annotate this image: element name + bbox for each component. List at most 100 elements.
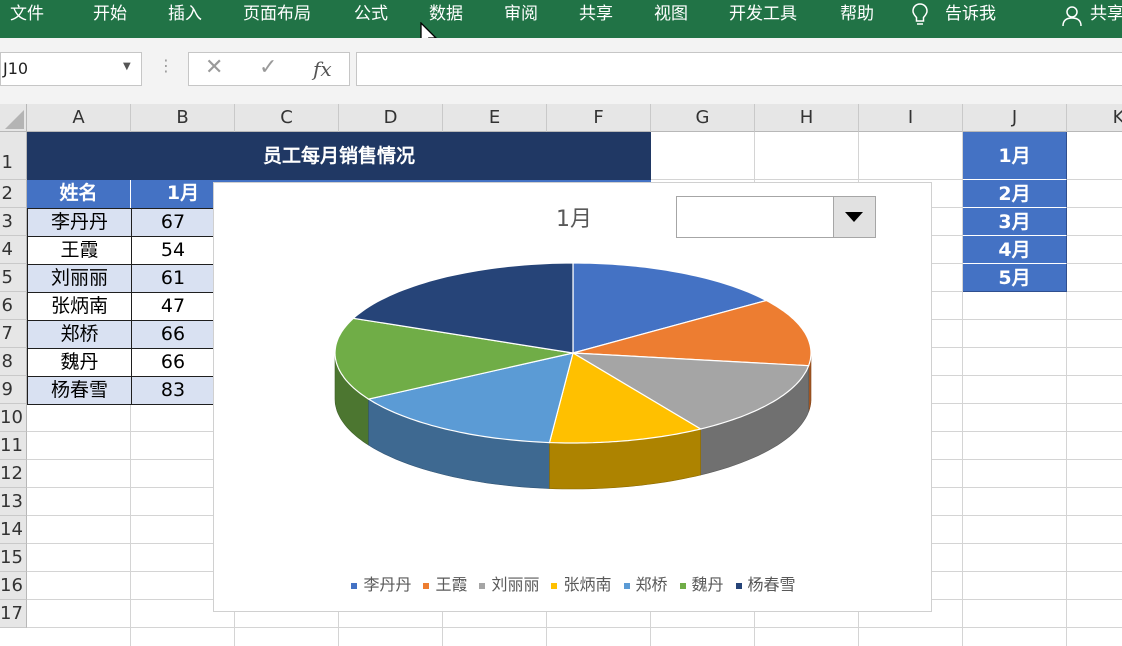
chevron-down-icon[interactable]: ▼: [123, 61, 131, 72]
name-cell[interactable]: 杨春雪: [27, 376, 132, 405]
name-cell[interactable]: 张炳南: [27, 292, 132, 321]
row-header[interactable]: 13: [0, 488, 27, 516]
legend-item[interactable]: 王霞: [423, 571, 467, 595]
month-list-item[interactable]: 1月: [963, 132, 1067, 180]
legend-label: 杨春雪: [747, 575, 796, 594]
value-cell[interactable]: 47: [131, 292, 215, 321]
tab-insert[interactable]: 插入: [168, 0, 202, 30]
header-name-cell[interactable]: 姓名: [27, 180, 131, 208]
row-header[interactable]: 15: [0, 544, 27, 572]
formula-input[interactable]: [356, 52, 1122, 86]
legend-item[interactable]: 刘丽丽: [479, 571, 539, 595]
legend-swatch: [551, 582, 558, 589]
column-header[interactable]: H: [755, 104, 859, 132]
legend-label: 王霞: [435, 575, 468, 594]
row-header[interactable]: 10: [0, 404, 27, 432]
value-cell[interactable]: 54: [131, 236, 215, 265]
drag-handle-icon[interactable]: ⋮: [158, 56, 174, 75]
row-header[interactable]: 2: [0, 180, 27, 208]
legend-label: 郑桥: [635, 575, 668, 594]
cancel-icon[interactable]: ✕: [205, 55, 223, 80]
legend-swatch: [735, 582, 742, 589]
value-cell[interactable]: 61: [131, 264, 215, 293]
formula-bar: J10 ▼ ⋮ ✕ ✓ fx: [0, 38, 1122, 104]
legend-swatch: [351, 582, 358, 589]
name-cell[interactable]: 李丹丹: [27, 208, 132, 237]
row-header[interactable]: 4: [0, 236, 27, 264]
triangle-down-icon: [845, 212, 863, 222]
column-header[interactable]: I: [859, 104, 963, 132]
value-cell[interactable]: 83: [131, 376, 215, 405]
row-header[interactable]: 3: [0, 208, 27, 236]
legend-item[interactable]: 李丹丹: [351, 571, 411, 595]
month-list-item[interactable]: 5月: [963, 264, 1067, 292]
month-dropdown[interactable]: [676, 196, 876, 238]
legend-swatch: [623, 582, 630, 589]
legend-item[interactable]: 魏丹: [679, 571, 724, 595]
value-cell[interactable]: 66: [131, 348, 215, 377]
tab-developer[interactable]: 开发工具: [729, 0, 797, 30]
sheet-title-cell[interactable]: 员工每月销售情况: [27, 132, 651, 180]
column-header[interactable]: A: [27, 104, 131, 132]
legend-swatch: [479, 582, 486, 589]
ribbon: 文件 开始 插入 页面布局 公式 数据 审阅 共享 视图 开发工具 帮助 告诉我…: [0, 0, 1122, 38]
column-header[interactable]: K: [1067, 104, 1122, 132]
person-icon: [1062, 6, 1082, 27]
row-header[interactable]: 12: [0, 460, 27, 488]
column-header[interactable]: F: [547, 104, 651, 132]
select-all-corner[interactable]: [0, 104, 27, 132]
legend-label: 魏丹: [691, 575, 724, 594]
name-cell[interactable]: 魏丹: [27, 348, 132, 377]
legend-swatch: [423, 582, 430, 589]
row-header[interactable]: 16: [0, 572, 27, 600]
name-cell[interactable]: 王霞: [27, 236, 132, 265]
row-header[interactable]: 6: [0, 292, 27, 320]
tab-view[interactable]: 视图: [654, 0, 688, 30]
row-header[interactable]: 9: [0, 376, 27, 404]
select-all-icon: [5, 110, 24, 129]
name-cell[interactable]: 郑桥: [27, 320, 132, 349]
column-header[interactable]: G: [651, 104, 755, 132]
share-button[interactable]: 共享: [1090, 0, 1122, 30]
row-header[interactable]: 8: [0, 348, 27, 376]
dropdown-button[interactable]: [833, 197, 875, 237]
pie-chart[interactable]: 1月 李丹丹 王霞 刘丽丽 张炳南 郑桥 魏丹 杨春雪: [213, 182, 932, 612]
month-list-item[interactable]: 3月: [963, 208, 1067, 236]
row-header[interactable]: 17: [0, 600, 27, 628]
value-cell[interactable]: 66: [131, 320, 215, 349]
legend-label: 李丹丹: [363, 575, 412, 594]
row-header[interactable]: 11: [0, 432, 27, 460]
name-box[interactable]: J10 ▼: [0, 52, 142, 86]
tab-file[interactable]: 文件: [10, 0, 44, 30]
lightbulb-icon: [912, 3, 928, 25]
row-header[interactable]: 7: [0, 320, 27, 348]
column-header[interactable]: B: [131, 104, 235, 132]
row-header[interactable]: 1: [0, 132, 27, 180]
legend-item[interactable]: 张炳南: [551, 571, 612, 595]
value-cell[interactable]: 67: [131, 208, 215, 237]
month-list-item[interactable]: 4月: [963, 236, 1067, 264]
row-header[interactable]: 5: [0, 264, 27, 292]
legend-item[interactable]: 杨春雪: [735, 571, 796, 595]
tab-review[interactable]: 审阅: [504, 0, 538, 30]
column-header[interactable]: E: [443, 104, 547, 132]
tab-page-layout[interactable]: 页面布局: [243, 0, 311, 30]
name-box-value: J10: [3, 59, 29, 78]
tab-share[interactable]: 共享: [579, 0, 613, 30]
tell-me-search[interactable]: 告诉我: [945, 0, 996, 30]
month-list-item[interactable]: 2月: [963, 180, 1067, 208]
legend-item[interactable]: 郑桥: [623, 571, 668, 595]
enter-icon[interactable]: ✓: [259, 55, 277, 80]
column-header[interactable]: C: [235, 104, 339, 132]
formula-buttons: ✕ ✓ fx: [188, 52, 350, 86]
legend-label: 刘丽丽: [491, 575, 540, 594]
tab-help[interactable]: 帮助: [840, 0, 874, 30]
row-header[interactable]: 14: [0, 516, 27, 544]
tab-home[interactable]: 开始: [93, 0, 127, 30]
insert-function-button[interactable]: fx: [313, 57, 332, 81]
tab-formulas[interactable]: 公式: [354, 0, 388, 30]
column-header[interactable]: J: [963, 104, 1067, 132]
column-header[interactable]: D: [339, 104, 443, 132]
pie-plot: [334, 262, 812, 490]
name-cell[interactable]: 刘丽丽: [27, 264, 132, 293]
